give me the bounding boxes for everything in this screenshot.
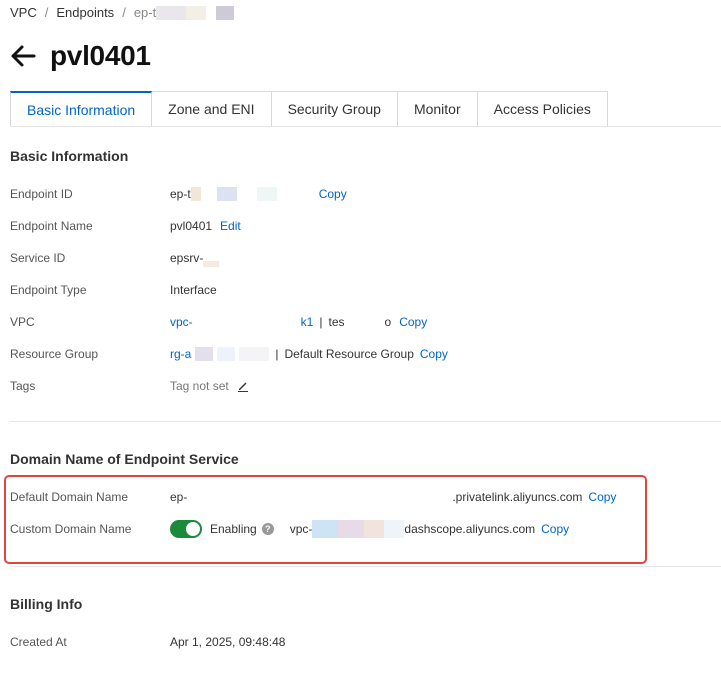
redaction-mask bbox=[239, 347, 270, 361]
tab-access-policies[interactable]: Access Policies bbox=[477, 91, 608, 127]
tab-security-group[interactable]: Security Group bbox=[271, 91, 398, 127]
redaction-mask bbox=[216, 187, 237, 201]
tags-value: Tag not set bbox=[170, 379, 229, 393]
vpc-name-prefix: tes bbox=[328, 315, 345, 329]
default-domain-label: Default Domain Name bbox=[10, 490, 129, 504]
row-created-at: Created At Apr 1, 2025, 09:48:48 bbox=[10, 633, 285, 651]
endpoint-type-label: Endpoint Type bbox=[10, 283, 87, 297]
breadcrumb-endpoints[interactable]: Endpoints bbox=[56, 5, 114, 20]
custom-domain-status: Enabling bbox=[210, 522, 257, 536]
section-divider bbox=[10, 421, 721, 422]
endpoint-name-label: Endpoint Name bbox=[10, 219, 93, 233]
help-icon[interactable]: ? bbox=[261, 523, 274, 535]
vpc-label: VPC bbox=[10, 315, 35, 329]
resource-group-separator: | bbox=[275, 347, 279, 361]
copy-vpc-button[interactable]: Copy bbox=[399, 315, 427, 329]
resource-group-label: Resource Group bbox=[10, 347, 99, 361]
redaction-mask bbox=[384, 520, 405, 538]
row-endpoint-name: Endpoint Name pvl0401 Edit bbox=[10, 217, 241, 235]
redaction-mask bbox=[186, 5, 207, 20]
redaction-mask bbox=[217, 347, 236, 361]
default-domain-suffix: .privatelink.aliyuncs.com bbox=[452, 490, 583, 504]
breadcrumb-vpc[interactable]: VPC bbox=[10, 5, 37, 20]
edit-pencil-icon[interactable] bbox=[237, 380, 249, 392]
section-title-basic: Basic Information bbox=[10, 148, 129, 164]
tab-basic-information[interactable]: Basic Information bbox=[10, 91, 153, 127]
redaction-mask bbox=[312, 520, 339, 538]
copy-custom-domain-button[interactable]: Copy bbox=[541, 522, 569, 536]
redaction-mask bbox=[364, 520, 385, 538]
page-title: pvl0401 bbox=[50, 40, 151, 71]
copy-resource-group-button[interactable]: Copy bbox=[420, 347, 448, 361]
custom-domain-prefix: vpc- bbox=[289, 522, 313, 536]
breadcrumb: VPC / Endpoints / ep-t bbox=[10, 5, 235, 20]
endpoint-name-value: pvl0401 bbox=[170, 219, 213, 233]
redaction-mask bbox=[203, 261, 220, 267]
redaction-mask bbox=[256, 187, 277, 201]
section-divider bbox=[10, 566, 721, 567]
row-endpoint-id: Endpoint ID ep-t Copy bbox=[10, 185, 347, 203]
resource-group-id-link[interactable]: rg-a bbox=[170, 347, 191, 361]
vpc-separator: | bbox=[319, 315, 323, 329]
row-vpc: VPC vpc- k1 | tes o Copy bbox=[10, 313, 427, 331]
custom-domain-label: Custom Domain Name bbox=[10, 522, 132, 536]
section-title-billing: Billing Info bbox=[10, 596, 83, 612]
endpoint-id-label: Endpoint ID bbox=[10, 187, 73, 201]
tab-monitor[interactable]: Monitor bbox=[397, 91, 478, 127]
service-id-label: Service ID bbox=[10, 251, 66, 265]
tab-zone-and-eni[interactable]: Zone and ENI bbox=[152, 91, 272, 127]
resource-group-name: Default Resource Group bbox=[284, 347, 414, 361]
redaction-mask bbox=[156, 5, 187, 20]
created-at-value: Apr 1, 2025, 09:48:48 bbox=[170, 635, 286, 649]
breadcrumb-separator: / bbox=[44, 5, 49, 20]
default-domain-prefix: ep- bbox=[170, 490, 188, 504]
custom-domain-suffix: dashscope.aliyuncs.com bbox=[404, 522, 536, 536]
copy-endpoint-id-button[interactable]: Copy bbox=[319, 187, 347, 201]
tabs-divider bbox=[10, 126, 721, 127]
section-title-domain: Domain Name of Endpoint Service bbox=[10, 451, 239, 467]
vpc-id-link[interactable]: vpc- bbox=[170, 315, 193, 329]
endpoint-id-value: ep-t bbox=[170, 187, 191, 201]
page-header: pvl0401 bbox=[10, 40, 151, 72]
row-default-domain: Default Domain Name ep- .privatelink.ali… bbox=[10, 488, 616, 506]
endpoint-type-value: Interface bbox=[170, 283, 217, 297]
redaction-mask bbox=[216, 5, 235, 20]
redaction-mask bbox=[190, 187, 201, 201]
breadcrumb-separator: / bbox=[122, 5, 126, 20]
breadcrumb-current: ep-t bbox=[133, 5, 157, 20]
tab-bar: Basic Information Zone and ENI Security … bbox=[10, 91, 608, 127]
tags-label: Tags bbox=[10, 379, 36, 393]
created-at-label: Created At bbox=[10, 635, 67, 649]
row-tags: Tags Tag not set bbox=[10, 377, 249, 395]
redaction-mask bbox=[338, 520, 365, 538]
row-endpoint-type: Endpoint Type Interface bbox=[10, 281, 217, 299]
copy-default-domain-button[interactable]: Copy bbox=[588, 490, 616, 504]
vpc-id-suffix[interactable]: k1 bbox=[301, 315, 314, 329]
edit-endpoint-name-button[interactable]: Edit bbox=[220, 219, 241, 233]
row-service-id: Service ID epsrv- bbox=[10, 249, 220, 267]
redaction-mask bbox=[195, 347, 214, 361]
row-resource-group: Resource Group rg-a | Default Resource G… bbox=[10, 345, 448, 363]
vpc-name-suffix: o bbox=[384, 315, 392, 329]
service-id-value: epsrv- bbox=[170, 251, 204, 265]
back-arrow-icon[interactable] bbox=[10, 43, 36, 69]
row-custom-domain: Custom Domain Name Enabling ? vpc- dashs… bbox=[10, 520, 569, 538]
custom-domain-toggle[interactable] bbox=[170, 520, 202, 538]
